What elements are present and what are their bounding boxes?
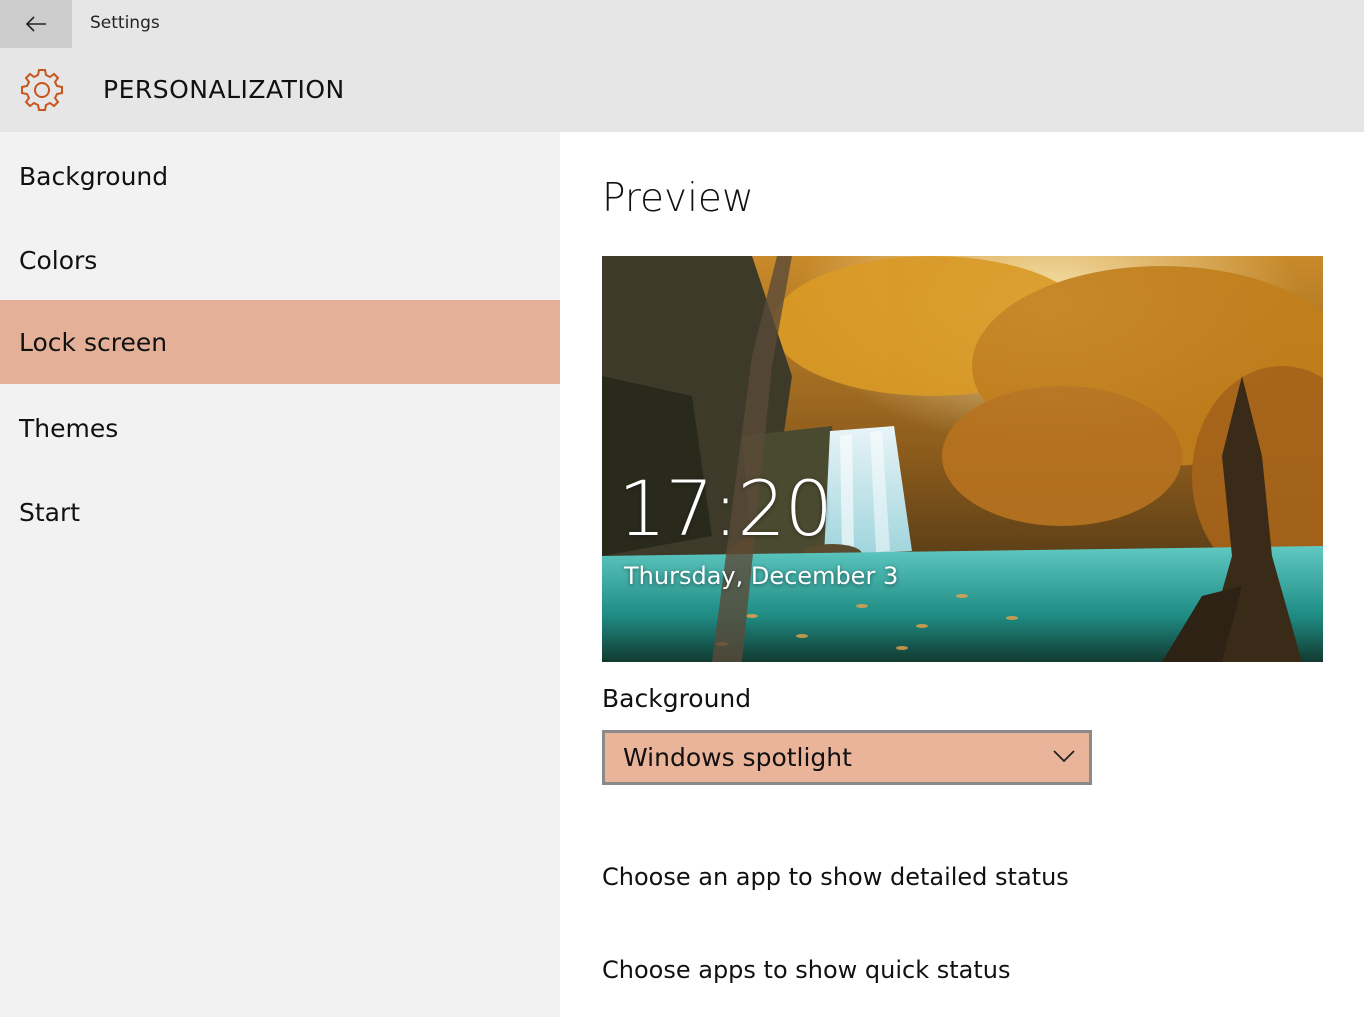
page-title: PERSONALIZATION [103, 75, 345, 104]
page-header: PERSONALIZATION [0, 48, 1364, 132]
lock-screen-time: 17:20 [618, 464, 833, 553]
sidebar-item-lock-screen[interactable]: Lock screen [0, 300, 560, 384]
lock-screen-date: Thursday, December 3 [624, 562, 899, 590]
lock-screen-wallpaper [602, 256, 1323, 662]
sidebar-item-label: Lock screen [19, 327, 168, 357]
sidebar-nav: Background Colors Lock screen Themes Sta… [0, 132, 560, 1017]
lock-screen-preview: 17:20 Thursday, December 3 [602, 256, 1323, 662]
preview-heading: Preview [602, 176, 754, 221]
detailed-status-link[interactable]: Choose an app to show detailed status [602, 863, 1069, 891]
title-bar: Settings [0, 0, 1364, 48]
sidebar-item-start[interactable]: Start [0, 470, 560, 554]
chevron-down-icon [1053, 750, 1075, 763]
background-dropdown-value: Windows spotlight [623, 743, 852, 772]
window-title: Settings [90, 13, 160, 33]
gear-icon [21, 69, 63, 111]
sidebar-item-themes[interactable]: Themes [0, 386, 560, 470]
sidebar-item-label: Start [19, 497, 81, 527]
back-arrow-icon [25, 16, 46, 32]
sidebar-item-background[interactable]: Background [0, 134, 560, 218]
quick-status-link[interactable]: Choose apps to show quick status [602, 956, 1011, 984]
main-content: Preview 17:20 Thursday, December 3 Backg… [560, 132, 1364, 1017]
back-button[interactable] [0, 0, 72, 48]
sidebar-item-colors[interactable]: Colors [0, 218, 560, 302]
background-label: Background [602, 684, 752, 713]
sidebar-item-label: Themes [19, 413, 119, 443]
sidebar-item-label: Background [19, 161, 169, 191]
background-dropdown[interactable]: Windows spotlight [602, 730, 1092, 785]
sidebar-item-label: Colors [19, 245, 98, 275]
